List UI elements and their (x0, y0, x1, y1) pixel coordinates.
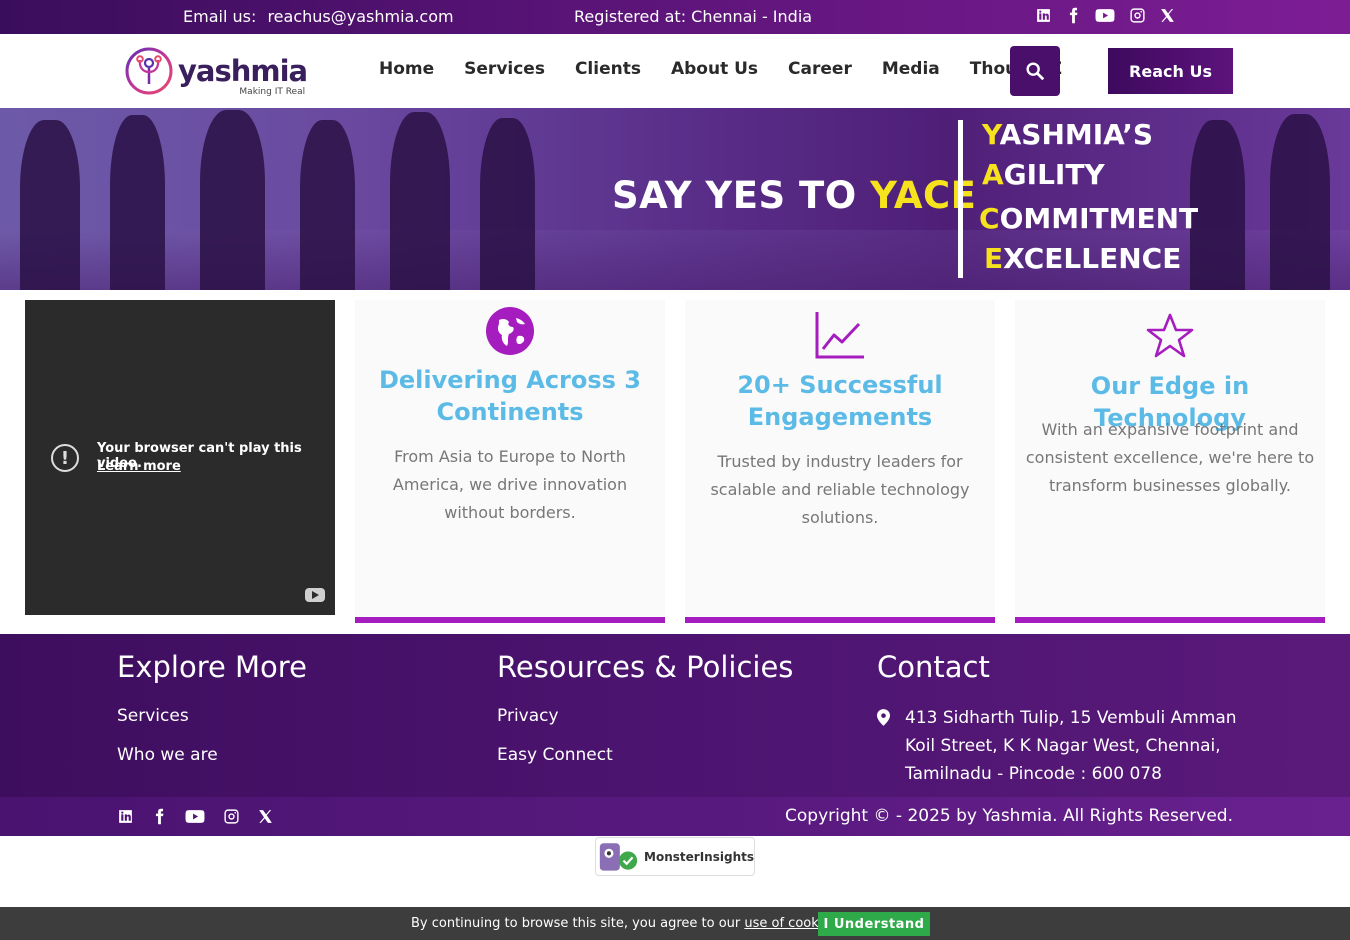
acronym-line-c: COMMITMENT (979, 202, 1199, 235)
facebook-icon[interactable] (150, 807, 168, 825)
learn-more-link[interactable]: Learn more (97, 459, 181, 474)
nav-career[interactable]: Career (788, 59, 852, 79)
site-footer: Explore More Services Who we are Resourc… (0, 634, 1350, 797)
acronym-line-y: YASHMIA’S (982, 118, 1154, 151)
silhouette (110, 115, 165, 290)
globe-icon (486, 307, 534, 355)
monsterinsights-label: MonsterInsights (644, 849, 754, 864)
main-nav: Home Services Clients About Us Career Me… (379, 59, 1092, 79)
line-chart-icon (815, 312, 864, 359)
silhouette (1270, 114, 1330, 290)
resources-title: Resources & Policies (497, 650, 794, 684)
card-text: Trusted by industry leaders for scalable… (710, 452, 970, 527)
hero-banner: SAY YES TO YACE YASHMIA’S AGILITY COMMIT… (0, 108, 1350, 290)
linkedin-icon[interactable] (1034, 6, 1052, 24)
nav-about-us[interactable]: About Us (671, 59, 758, 79)
feature-card-engagements: 20+ Successful Engagements Trusted by in… (685, 300, 995, 623)
alert-icon: ! (51, 444, 79, 472)
logo-wordmark: yashmia (178, 54, 308, 88)
monsterinsights-badge[interactable]: MonsterInsights (595, 837, 755, 876)
copyright-text: Copyright © - 2025 by Yashmia. All Right… (785, 806, 1233, 826)
search-icon (1026, 62, 1045, 81)
footer-link-services[interactable]: Services (117, 706, 189, 726)
registered-info: Registered at: Chennai - India (574, 7, 813, 26)
youtube-logo-icon[interactable] (305, 588, 325, 602)
monsterinsights-logo-icon (599, 843, 638, 871)
acronym-line-e: EXCELLENCE (984, 242, 1182, 275)
card-title: Delivering Across 3 Continents (378, 366, 641, 426)
card-text: With an expansive footprint and consiste… (1025, 420, 1315, 495)
reach-us-button[interactable]: Reach Us (1108, 48, 1233, 94)
star-icon (1146, 313, 1194, 358)
sub-footer: Copyright © - 2025 by Yashmia. All Right… (0, 797, 1350, 836)
facebook-icon[interactable] (1064, 6, 1082, 24)
silhouette (200, 110, 265, 290)
feature-card-continents: Delivering Across 3 Continents From Asia… (355, 300, 665, 623)
linkedin-icon[interactable] (116, 807, 134, 825)
footer-social-links (116, 807, 274, 825)
email-info: Email us: reachus@yashmia.com (183, 7, 454, 26)
logo-mark-icon (125, 47, 173, 95)
x-icon[interactable] (256, 807, 274, 825)
feature-card-technology: Our Edge in Technology With an expansive… (1015, 300, 1325, 623)
top-social-links (1034, 6, 1176, 24)
hero-divider (958, 120, 963, 278)
video-player[interactable]: ! Your browser can't play this video. Le… (25, 300, 335, 615)
silhouette (480, 118, 535, 290)
card-title: 20+ Successful Engagements (737, 371, 943, 431)
explore-title: Explore More (117, 650, 307, 684)
footer-link-easy-connect[interactable]: Easy Connect (497, 745, 613, 765)
nav-media[interactable]: Media (882, 59, 940, 79)
hero-title: SAY YES TO YACE (612, 174, 977, 217)
location-pin-icon (877, 709, 890, 726)
acronym-line-a: AGILITY (982, 158, 1105, 191)
nav-clients[interactable]: Clients (575, 59, 641, 79)
yashmia-logo[interactable]: yashmia Making IT Real (124, 45, 314, 97)
x-icon[interactable] (1158, 6, 1176, 24)
contact-title: Contact (877, 650, 990, 684)
i-understand-button[interactable]: I Understand (818, 912, 930, 936)
top-bar: Email us: reachus@yashmia.com Registered… (0, 0, 1350, 34)
card-text: From Asia to Europe to North America, we… (392, 447, 628, 522)
cookie-message: By continuing to browse this site, you a… (411, 916, 841, 931)
footer-link-who-we-are[interactable]: Who we are (117, 745, 218, 765)
site-header: yashmia Making IT Real Home Services Cli… (0, 34, 1350, 108)
silhouette (1190, 120, 1245, 290)
contact-address: 413 Sidharth Tulip, 15 Vembuli Amman Koi… (905, 708, 1237, 784)
youtube-icon[interactable] (184, 807, 206, 825)
silhouette (20, 120, 80, 290)
instagram-icon[interactable] (222, 807, 240, 825)
email-label: Email us: (183, 7, 257, 26)
email-link[interactable]: reachus@yashmia.com (267, 7, 453, 26)
instagram-icon[interactable] (1128, 6, 1146, 24)
youtube-icon[interactable] (1094, 6, 1116, 24)
logo-tagline: Making IT Real (239, 87, 306, 97)
footer-link-privacy[interactable]: Privacy (497, 706, 559, 726)
cookie-consent-bar: By continuing to browse this site, you a… (0, 907, 1350, 940)
nav-home[interactable]: Home (379, 59, 434, 79)
silhouette (300, 120, 355, 290)
nav-services[interactable]: Services (464, 59, 545, 79)
silhouette (390, 112, 450, 290)
search-button[interactable] (1010, 46, 1060, 96)
